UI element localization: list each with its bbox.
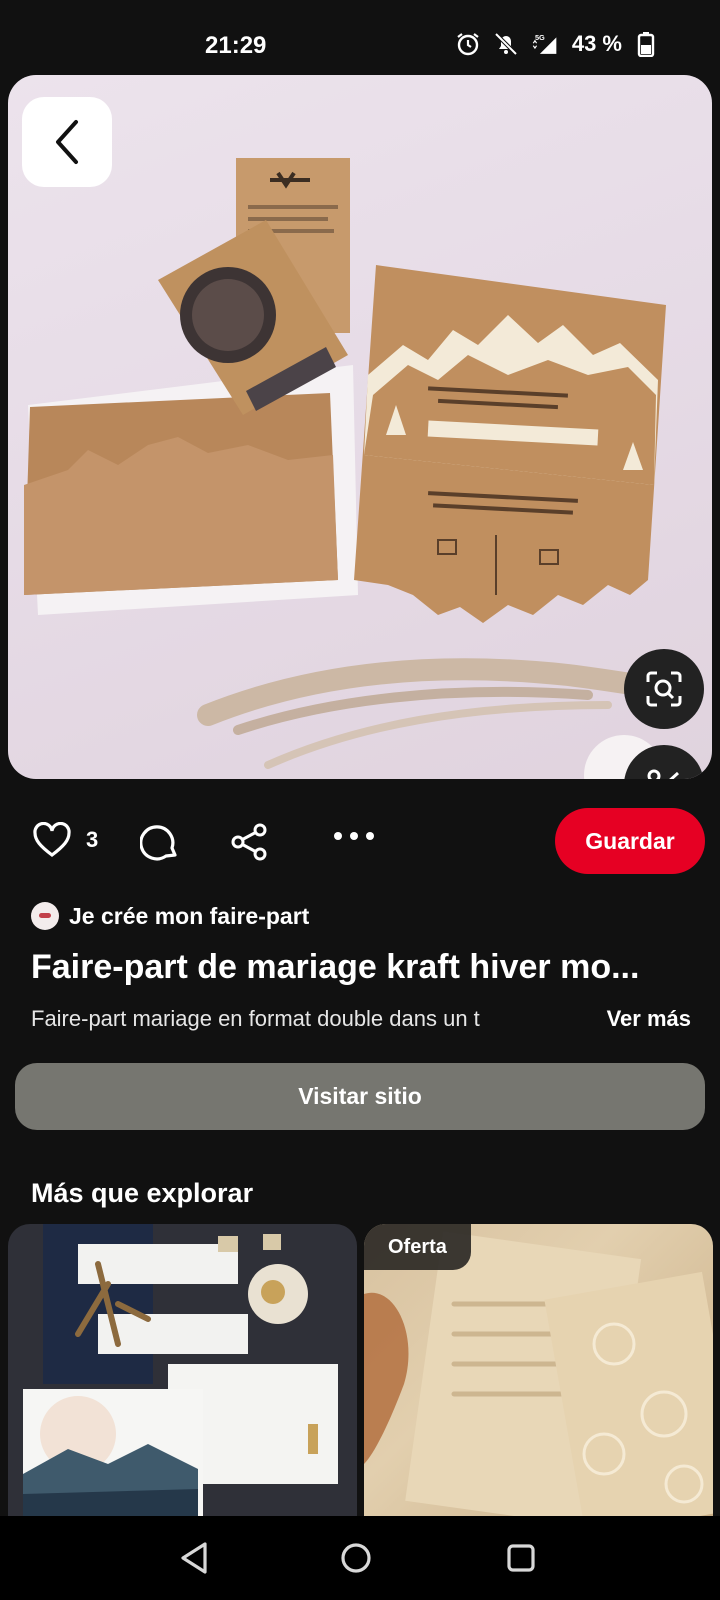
mute-notifications-icon [492,30,520,58]
network-type-label: 5G [535,33,545,42]
explore-section-title: Más que explorar [31,1178,254,1208]
pin-title: Faire-part de mariage kraft hiver mo... [31,948,640,986]
alarm-icon [454,30,482,58]
comment-button[interactable] [140,822,180,862]
visual-search-button[interactable] [624,649,704,729]
like-count: 3 [86,827,99,852]
nav-recents-button[interactable] [499,1536,543,1580]
circle-home-icon [341,1543,371,1573]
save-button[interactable]: Guardar [555,808,705,874]
status-time: 21:29 [205,32,267,59]
more-options-button[interactable] [332,830,376,842]
nav-back-button[interactable] [172,1536,216,1580]
creator-link[interactable]: Je crée mon faire-part [31,902,309,930]
stationery-image [23,1224,338,1516]
heart-icon [33,822,71,858]
square-recents-icon [507,1544,535,1572]
creator-name: Je crée mon faire-part [69,902,310,929]
status-icons: 5G 43 % [454,30,660,58]
kraft-invitation-illustration [24,158,679,769]
lens-scan-icon [646,671,682,707]
visit-site-button[interactable]: Visitar sitio [15,1063,705,1130]
share-icon [231,823,267,861]
comment-bubble-icon [140,825,177,861]
see-more-link[interactable]: Ver más [607,1006,691,1032]
battery-percent: 43 % [571,31,622,56]
triangle-back-icon [181,1542,207,1574]
scissors-icon [647,769,680,779]
offer-badge: Oferta [364,1224,471,1270]
back-button[interactable] [22,97,112,187]
like-button[interactable]: 3 [32,822,98,858]
status-bar: 21:29 5G 43 % [0,0,720,74]
pin-description: Faire-part mariage en format double dans… [31,1006,480,1031]
pin-image[interactable] [8,75,712,779]
battery-icon [632,30,660,58]
nav-home-button[interactable] [334,1536,378,1580]
explore-card[interactable] [8,1224,357,1516]
signal-icon: 5G [530,30,558,58]
pin-description-row: Faire-part mariage en format double dans… [31,1006,701,1038]
pin-actions: 3 Guardar [0,808,720,878]
share-button[interactable] [230,822,270,862]
creator-avatar [31,902,59,930]
system-navigation-bar [0,1516,720,1600]
chevron-left-icon [56,120,78,164]
explore-card[interactable]: Oferta [364,1224,713,1516]
ellipsis-icon [334,832,374,840]
